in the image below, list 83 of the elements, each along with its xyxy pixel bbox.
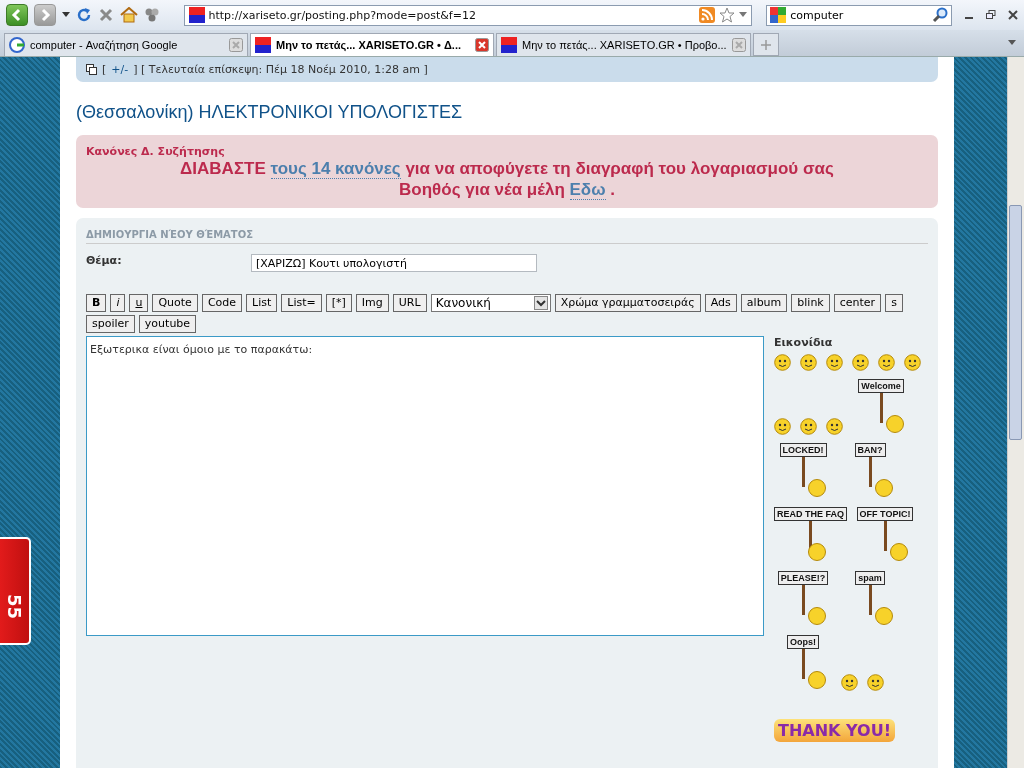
tab-title: computer - Αναζήτηση Google: [30, 39, 179, 51]
scrollbar[interactable]: [1007, 57, 1024, 768]
search-field[interactable]: computer: [766, 4, 952, 26]
smiley-icon[interactable]: [800, 354, 817, 371]
format-button[interactable]: Quote: [152, 294, 198, 312]
rules-title: Κανόνες Δ. Συζήτησης: [86, 145, 226, 158]
message-textarea[interactable]: Εξωτερικα είναι όμοιο με το παρακάτω:: [86, 336, 764, 636]
plus-icon: [760, 39, 771, 50]
sign-smiley[interactable]: OFF TOPIC!: [856, 507, 914, 563]
addon-icon[interactable]: [143, 7, 160, 23]
format-button[interactable]: blink: [791, 294, 830, 312]
side-badge[interactable]: 55: [0, 537, 31, 645]
forward-button[interactable]: [33, 4, 56, 26]
site-favicon-icon: [501, 37, 517, 53]
format-button[interactable]: youtube: [138, 315, 197, 333]
smiley-icon[interactable]: [867, 674, 884, 691]
sign-smiley[interactable]: LOCKED!: [774, 443, 832, 499]
smiley-icon[interactable]: [800, 418, 817, 435]
site-favicon-icon: [188, 7, 205, 23]
toggle-link[interactable]: +/-: [111, 63, 129, 76]
search-icon[interactable]: [932, 7, 948, 23]
pages-icon[interactable]: [86, 64, 97, 75]
smiley-icon[interactable]: [774, 354, 791, 371]
format-button[interactable]: List: [246, 294, 278, 312]
format-button[interactable]: Img: [355, 294, 389, 312]
smiley-icon[interactable]: [826, 418, 843, 435]
tab-title: Μην το πετάς... XARISETO.GR • Δ...: [276, 39, 462, 51]
sign-smiley[interactable]: PLEASE!?: [774, 571, 832, 627]
format-button[interactable]: List=: [281, 294, 322, 312]
dropdown-icon: [533, 296, 548, 310]
reload-icon[interactable]: [75, 7, 92, 23]
stop-icon[interactable]: [97, 7, 114, 23]
format-button[interactable]: [*]: [325, 294, 352, 312]
format-button[interactable]: Χρώμα γραμματοσειράς: [554, 294, 701, 312]
font-size-select[interactable]: Κανονική: [430, 294, 551, 312]
smiley-icon[interactable]: [826, 354, 843, 371]
url-text: http://xariseto.gr/posting.php?mode=post&f=12: [208, 8, 477, 22]
sign-smiley[interactable]: READ THE FAQ: [774, 507, 847, 563]
rules-text: Βοηθός για νέα μέλη Εδω .: [398, 179, 616, 200]
sign-smiley[interactable]: spam: [841, 571, 899, 627]
format-button[interactable]: Code: [201, 294, 243, 312]
dropdown-icon[interactable]: [61, 12, 70, 18]
last-visit-text: ] [ Τελευταία επίσκεψη: Πέμ 18 Νοέμ 2010, 1:28 am ]: [133, 63, 428, 76]
close-icon[interactable]: [1008, 10, 1018, 20]
tab-title: Μην το πετάς... XARISETO.GR • Προβο...: [522, 39, 727, 51]
browser-tab[interactable]: Μην το πετάς... XARISETO.GR • Δ...: [250, 33, 494, 56]
browser-tab[interactable]: computer - Αναζήτηση Google: [4, 33, 248, 56]
site-favicon-icon: [255, 37, 271, 53]
star-icon[interactable]: [719, 7, 736, 23]
smiley-icon[interactable]: [841, 674, 858, 691]
restore-icon[interactable]: [986, 10, 996, 20]
smiley-icon[interactable]: [878, 354, 895, 371]
address-field[interactable]: http://xariseto.gr/posting.php?mode=post&f=12: [183, 4, 753, 26]
format-button[interactable]: spoiler: [86, 315, 135, 333]
sign-smiley[interactable]: Oops!: [774, 635, 832, 691]
smiley-icon[interactable]: [774, 418, 791, 435]
format-button[interactable]: B: [86, 294, 107, 312]
back-button[interactable]: [6, 4, 28, 26]
sign-smiley[interactable]: Welcome: [852, 379, 910, 435]
tab-list-icon[interactable]: [1008, 40, 1016, 46]
bracket-text: [: [102, 63, 107, 76]
forum-title[interactable]: (Θεσσαλονίκη) ΗΛΕΚΤΡΟΝΙΚΟΙ ΥΠΟΛΟΓΙΣΤΕΣ: [76, 102, 938, 123]
format-button[interactable]: i: [110, 294, 126, 312]
subject-label: Θέμα:: [86, 254, 123, 267]
format-button[interactable]: s: [885, 294, 903, 312]
thank-you-banner[interactable]: THANK YOU!: [774, 719, 895, 742]
smiley-icon[interactable]: [852, 354, 869, 371]
search-engine-icon[interactable]: [770, 7, 787, 23]
format-button[interactable]: center: [833, 294, 882, 312]
smiley-icon[interactable]: [904, 354, 921, 371]
close-icon[interactable]: [475, 38, 489, 52]
panel-heading: ΔΗΜΙΟΥΡΓΙΑ ΝΈΟΥ ΘΈΜΑΤΟΣ: [86, 224, 928, 244]
search-text: computer: [790, 8, 845, 22]
browser-tab[interactable]: Μην το πετάς... XARISETO.GR • Προβο...: [496, 33, 751, 56]
home-icon[interactable]: [119, 7, 138, 23]
format-button[interactable]: Ads: [704, 294, 737, 312]
sign-smiley[interactable]: BAN?: [841, 443, 899, 499]
format-button[interactable]: u: [129, 294, 149, 312]
format-button[interactable]: URL: [392, 294, 427, 312]
subject-input[interactable]: [ΧΑΡΙΖΩ] Κουτι υπολογιστή: [251, 254, 537, 272]
rules-text: ΔΙΑΒΑΣΤΕ τους 14 κανόνες για να αποφύγετε τη διαγραφή του λογαριασμού σας: [179, 158, 835, 179]
format-button[interactable]: album: [740, 294, 788, 312]
smilies-title: Εικονίδια: [774, 336, 834, 349]
